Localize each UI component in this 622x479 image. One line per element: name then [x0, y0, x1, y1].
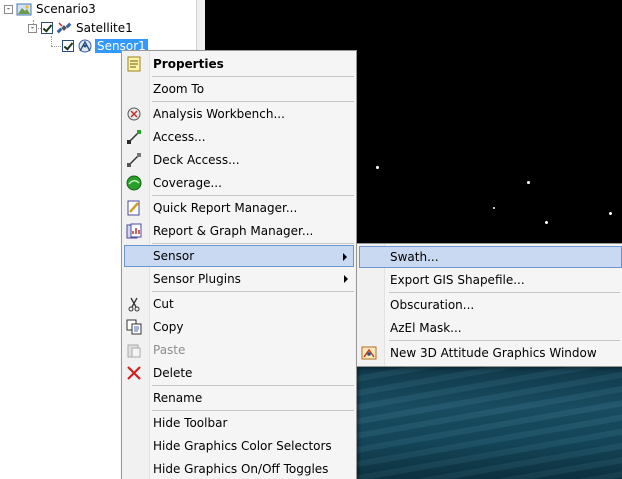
- menu-item-analysis-workbench[interactable]: Analysis Workbench...: [124, 103, 354, 125]
- menu-item-hide-graphics-color-selectors[interactable]: Hide Graphics Color Selectors: [124, 435, 354, 457]
- star: [376, 166, 379, 169]
- menu-separator: [152, 385, 354, 386]
- copy-icon: [126, 319, 142, 335]
- attitude-graphics-icon: [361, 346, 377, 360]
- tree-connector: [51, 36, 52, 46]
- quick-report-icon: [127, 200, 140, 216]
- coverage-icon: [126, 175, 142, 191]
- menu-separator: [152, 76, 354, 77]
- tree-item-satellite[interactable]: - Satellite1: [28, 20, 135, 36]
- menu-separator: [152, 291, 354, 292]
- delete-icon: [127, 366, 141, 380]
- analysis-workbench-icon: [127, 107, 141, 121]
- menu-item-access[interactable]: Access...: [124, 126, 354, 148]
- menu-item-cut[interactable]: Cut: [124, 293, 354, 315]
- star: [545, 221, 548, 224]
- access-icon: [127, 130, 141, 144]
- menu-item-sensor-plugins[interactable]: Sensor Plugins: [124, 268, 354, 290]
- tree-item-label: Satellite1: [76, 21, 133, 35]
- collapse-icon[interactable]: -: [4, 4, 13, 14]
- paste-icon: [127, 344, 141, 358]
- menu-item-hide-graphics-on-off-toggles[interactable]: Hide Graphics On/Off Toggles: [124, 458, 354, 479]
- menu-item-quick-report-manager[interactable]: Quick Report Manager...: [124, 197, 354, 219]
- visibility-checkbox[interactable]: [41, 22, 53, 34]
- menu-item-obscuration[interactable]: Obscuration...: [359, 294, 620, 316]
- menu-item-properties[interactable]: Properties: [124, 53, 354, 75]
- satellite-icon: [56, 22, 72, 34]
- menu-separator: [152, 243, 354, 244]
- submenu-arrow-icon: [343, 253, 347, 261]
- menu-item-copy[interactable]: Copy: [124, 316, 354, 338]
- menu-item-new-3d-attitude-graphics-window[interactable]: New 3D Attitude Graphics Window: [359, 342, 620, 364]
- star: [493, 207, 495, 209]
- menu-separator: [152, 101, 354, 102]
- properties-icon: [127, 56, 141, 72]
- menu-separator: [389, 340, 620, 341]
- menu-item-rename[interactable]: Rename: [124, 387, 354, 409]
- menu-item-swath[interactable]: Swath...: [359, 246, 622, 268]
- collapse-icon[interactable]: -: [28, 23, 37, 33]
- menu-item-delete[interactable]: Delete: [124, 362, 354, 384]
- context-menu: Properties Zoom To Analysis Workbench...…: [121, 50, 357, 479]
- star: [609, 212, 612, 215]
- scenario-icon: [16, 3, 32, 16]
- menu-item-sensor[interactable]: Sensor: [124, 245, 354, 267]
- sensor-icon: [78, 39, 92, 53]
- visibility-checkbox[interactable]: [62, 40, 74, 52]
- menu-separator: [152, 410, 354, 411]
- menu-item-coverage[interactable]: Coverage...: [124, 172, 354, 194]
- tree-item-label: Scenario3: [36, 2, 96, 16]
- sensor-submenu: Swath... Export GIS Shapefile... Obscura…: [356, 243, 622, 367]
- star: [527, 181, 530, 184]
- menu-item-hide-toolbar[interactable]: Hide Toolbar: [124, 412, 354, 434]
- menu-item-report-graph-manager[interactable]: Report & Graph Manager...: [124, 220, 354, 242]
- cut-icon: [128, 297, 140, 312]
- menu-item-zoom-to[interactable]: Zoom To: [124, 78, 354, 100]
- submenu-arrow-icon: [344, 275, 348, 283]
- menu-item-export-gis-shapefile[interactable]: Export GIS Shapefile...: [359, 269, 620, 291]
- menu-item-deck-access[interactable]: Deck Access...: [124, 149, 354, 171]
- menu-item-paste[interactable]: Paste: [124, 339, 354, 361]
- menu-separator: [152, 195, 354, 196]
- menu-item-azel-mask[interactable]: AzEl Mask...: [359, 317, 620, 339]
- tree-item-scenario[interactable]: - Scenario3: [4, 1, 98, 17]
- report-graph-icon: [126, 223, 142, 239]
- menu-separator: [389, 292, 620, 293]
- deck-access-icon: [127, 153, 141, 167]
